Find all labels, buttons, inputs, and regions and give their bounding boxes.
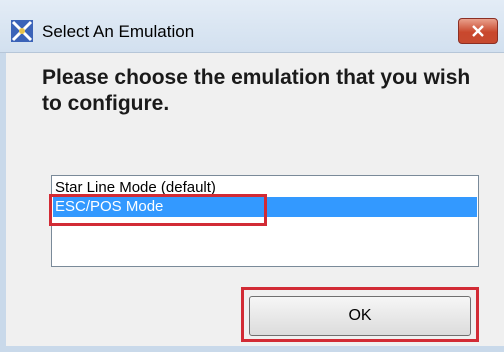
title-bar[interactable]: Select An Emulation: [0, 0, 504, 53]
app-icon: [11, 20, 33, 42]
close-button[interactable]: [458, 18, 498, 44]
dialog-body: Please choose the emulation that you wis…: [12, 53, 504, 346]
close-icon: [472, 25, 484, 37]
window-title: Select An Emulation: [42, 22, 195, 41]
instruction-text: Please choose the emulation that you wis…: [42, 66, 471, 115]
ok-highlight-box: [241, 287, 479, 342]
dialog-window: Select An Emulation Please choose the em…: [0, 0, 504, 352]
selection-highlight-box: [49, 194, 267, 226]
